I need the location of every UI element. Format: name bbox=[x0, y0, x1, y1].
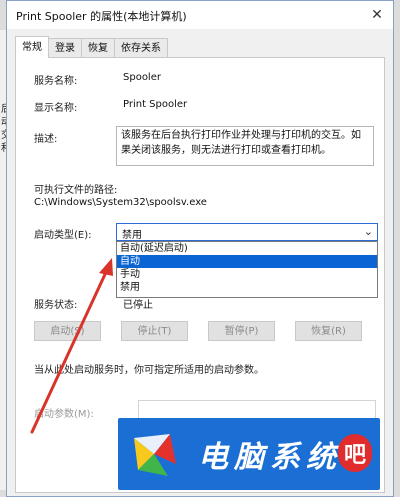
watermark-logo-icon bbox=[134, 434, 176, 476]
startup-type-dropdown: 自动(延迟启动) 自动 手动 禁用 bbox=[116, 241, 378, 298]
option-manual[interactable]: 手动 bbox=[117, 268, 377, 281]
service-status-value: 已停止 bbox=[123, 300, 153, 311]
description-box[interactable]: 该服务在后台执行打印作业并处理与打印机的交互。如果关闭该服务，则无法进行打印或查… bbox=[116, 126, 374, 166]
service-status-label: 服务状态: bbox=[34, 300, 78, 311]
start-button[interactable]: 启动(S) bbox=[34, 321, 101, 341]
stop-button[interactable]: 停止(T) bbox=[121, 321, 188, 341]
startup-type-label: 启动类型(E): bbox=[34, 230, 92, 241]
path-value: C:\Windows\System32\spoolsv.exe bbox=[34, 197, 207, 208]
close-icon[interactable]: ✕ bbox=[367, 5, 387, 25]
service-name-label: 服务名称: bbox=[34, 76, 78, 87]
option-auto[interactable]: 自动 bbox=[117, 255, 377, 268]
start-params-label: 启动参数(M): bbox=[34, 409, 94, 420]
tab-logon[interactable]: 登录 bbox=[48, 38, 82, 58]
service-name-value: Spooler bbox=[123, 72, 161, 83]
watermark-badge: 吧 bbox=[338, 434, 372, 472]
watermark-text: 电脑系统 bbox=[198, 440, 342, 475]
resume-button[interactable]: 恢复(R) bbox=[295, 321, 362, 341]
dialog-title: Print Spooler 的属性(本地计算机) bbox=[16, 10, 187, 23]
pause-button[interactable]: 暂停(P) bbox=[208, 321, 275, 341]
display-name-value: Print Spooler bbox=[123, 99, 188, 110]
option-disabled[interactable]: 禁用 bbox=[117, 281, 377, 294]
option-auto-delayed[interactable]: 自动(延迟启动) bbox=[117, 242, 377, 255]
display-name-label: 显示名称: bbox=[34, 103, 78, 114]
path-label: 可执行文件的路径: bbox=[34, 185, 118, 196]
chevron-down-icon: ⌄ bbox=[363, 225, 373, 238]
watermark-badge-text: 吧 bbox=[343, 442, 366, 468]
watermark-banner: 电脑系统 吧 bbox=[118, 418, 380, 490]
tab-recovery[interactable]: 恢复 bbox=[81, 38, 115, 58]
hint-text: 当从此处启动服务时，你可指定所适用的启动参数。 bbox=[34, 365, 264, 376]
startup-type-selected: 禁用 bbox=[122, 230, 142, 241]
tab-bar: 常规 登录 恢复 依存关系 bbox=[15, 36, 168, 58]
title-bar[interactable]: Print Spooler 的属性(本地计算机) ✕ bbox=[7, 1, 393, 29]
startup-type-select[interactable]: 禁用 ⌄ bbox=[116, 223, 378, 241]
tab-general[interactable]: 常规 bbox=[15, 36, 49, 58]
tab-dependencies[interactable]: 依存关系 bbox=[114, 38, 168, 58]
description-label: 描述: bbox=[34, 134, 58, 145]
